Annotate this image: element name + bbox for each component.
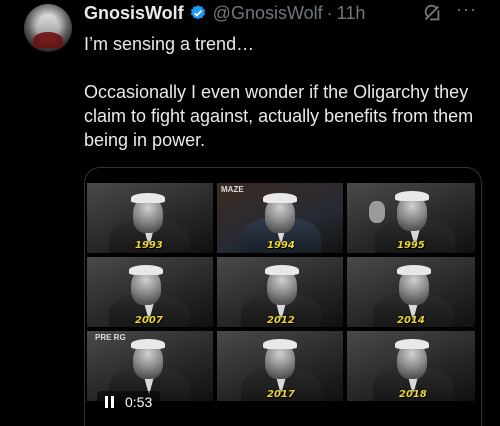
year-label: 2012 (267, 315, 295, 326)
video-tile: 1993 (87, 183, 213, 253)
video-tile: 2012 (217, 257, 343, 327)
year-label: 2007 (135, 315, 163, 326)
post-timestamp[interactable]: 11h (337, 3, 366, 24)
video-tile: 2018 (347, 331, 475, 401)
author-avatar[interactable] (24, 4, 72, 52)
grok-icon[interactable] (421, 2, 443, 24)
video-tile: 2017 (217, 331, 343, 401)
author-name[interactable]: GnosisWolf (84, 3, 184, 24)
video-tile: 2007 (87, 257, 213, 327)
more-icon[interactable]: ··· (456, 0, 480, 22)
year-label: 1994 (267, 240, 295, 251)
year-label: 2014 (397, 315, 425, 326)
tile-label: PRE RG (95, 333, 126, 342)
tile-label: MAZE (221, 185, 244, 194)
video-duration: 0:53 (125, 394, 153, 410)
video-tile: 2014 (347, 257, 475, 327)
post-text: I’m sensing a trend… Occasionally I even… (84, 32, 489, 152)
year-label: 2018 (399, 389, 427, 400)
year-label: 1995 (397, 240, 425, 251)
verified-badge-icon (189, 4, 207, 22)
year-label: 2017 (267, 389, 295, 400)
post-paragraph: I’m sensing a trend… (84, 34, 255, 54)
video-frame-collage[interactable]: 1993 MAZE 1994 1995 2007 2012 2014 PRE R… (85, 176, 481, 426)
author-handle[interactable]: @GnosisWolf (213, 3, 323, 24)
avatar-figure-cloak (33, 32, 63, 48)
pause-icon[interactable] (105, 396, 117, 408)
playback-control[interactable]: 0:53 (97, 391, 161, 413)
separator-dot: · (326, 2, 333, 23)
video-player[interactable]: 1993 MAZE 1994 1995 2007 2012 2014 PRE R… (84, 167, 482, 426)
video-tile: MAZE 1994 (217, 183, 343, 253)
video-tile: 1995 (347, 183, 475, 253)
post-paragraph: Occasionally I even wonder if the Oligar… (84, 82, 474, 150)
post-header: GnosisWolf @GnosisWolf · 11h (84, 2, 365, 24)
year-label: 1993 (135, 240, 163, 251)
